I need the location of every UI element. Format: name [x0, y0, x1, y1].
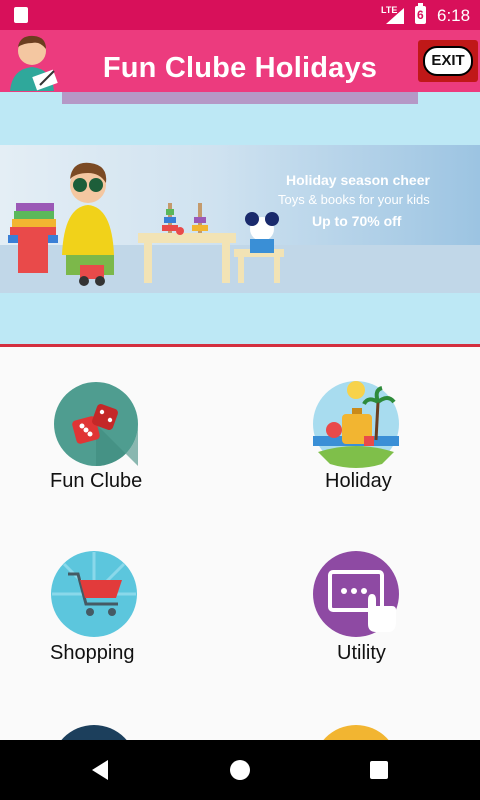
menu-item-fun-clube[interactable]: Fun Clube: [40, 380, 240, 500]
menu-label-fun-clube: Fun Clube: [50, 470, 143, 492]
touch-screen-icon: [313, 551, 399, 637]
shopping-cart-icon: [51, 551, 137, 637]
clock: 6:18: [437, 6, 471, 25]
sd-card-icon: [14, 7, 28, 23]
menu-item-shopping[interactable]: Shopping: [38, 550, 238, 670]
back-icon[interactable]: [92, 760, 108, 780]
title-underline: [62, 92, 418, 104]
menu-item-holiday[interactable]: Holiday: [300, 380, 480, 500]
kids-toys-illustration: [8, 162, 284, 286]
section-divider: [0, 344, 480, 347]
exit-label: EXIT: [423, 46, 473, 76]
recent-apps-icon[interactable]: [370, 761, 388, 779]
banner-headline: Holiday season cheer: [286, 172, 430, 188]
exit-button[interactable]: EXIT: [418, 40, 478, 82]
app-title: Fun Clube Holidays: [102, 52, 378, 84]
dice-icon: [54, 382, 138, 466]
status-bar: LTE 6 6:18: [0, 0, 480, 30]
menu-label-shopping: Shopping: [50, 642, 135, 664]
battery-level: 6: [417, 8, 424, 22]
holiday-beach-icon: [313, 381, 399, 468]
home-icon[interactable]: [230, 760, 250, 780]
menu-label-holiday: Holiday: [325, 470, 392, 492]
signal-icon: [386, 8, 404, 24]
menu-label-utility: Utility: [337, 642, 386, 664]
battery-icon: 6: [415, 3, 426, 24]
banner-subline: Toys & books for your kids: [278, 192, 430, 207]
banner-offer: Up to 70% off: [312, 213, 402, 229]
menu-item-utility[interactable]: Utility: [300, 550, 480, 670]
app-bar: Fun Clube Holidays EXIT: [0, 30, 480, 92]
system-nav-bar: [0, 740, 480, 800]
promo-banner[interactable]: Holiday season cheer Toys & books for yo…: [0, 145, 480, 293]
